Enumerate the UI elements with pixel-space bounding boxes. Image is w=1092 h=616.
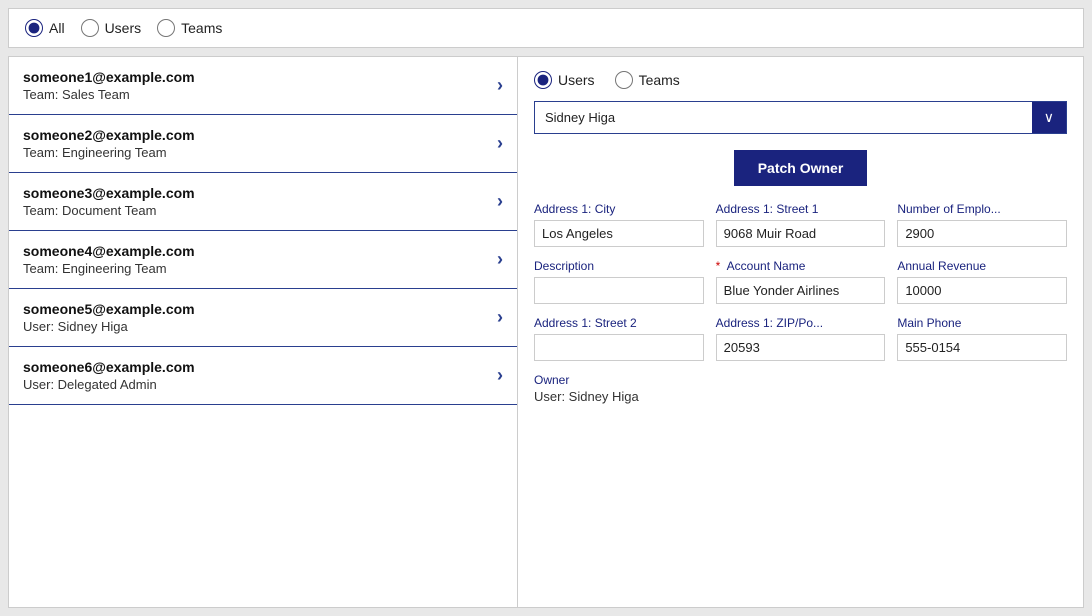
list-item-text: someone3@example.com Team: Document Team	[23, 185, 195, 218]
field-label: Main Phone	[897, 316, 1067, 330]
field-label: Address 1: Street 2	[534, 316, 704, 330]
owner-section: Owner User: Sidney Higa	[534, 373, 1067, 404]
list-item[interactable]: someone1@example.com Team: Sales Team ›	[9, 57, 517, 115]
top-filter-bar: All Users Teams	[8, 8, 1084, 48]
dropdown-field[interactable]: Sidney Higa ∨	[534, 101, 1067, 134]
field-label: Address 1: City	[534, 202, 704, 216]
chevron-right-icon: ›	[497, 75, 503, 96]
list-item-sub: User: Delegated Admin	[23, 377, 195, 392]
radio-users-input[interactable]	[81, 19, 99, 37]
list-item-sub: Team: Engineering Team	[23, 261, 195, 276]
chevron-right-icon: ›	[497, 133, 503, 154]
owner-label: Owner	[534, 373, 1067, 387]
field-input[interactable]	[716, 277, 886, 304]
field-label: Description	[534, 259, 704, 273]
field-label: Address 1: Street 1	[716, 202, 886, 216]
field-input[interactable]	[716, 334, 886, 361]
dropdown-button[interactable]: ∨	[1032, 102, 1066, 133]
field-label: Number of Emplo...	[897, 202, 1067, 216]
list-item-email: someone1@example.com	[23, 69, 195, 85]
right-radio-users-input[interactable]	[534, 71, 552, 89]
field-label: Annual Revenue	[897, 259, 1067, 273]
radio-teams-input[interactable]	[157, 19, 175, 37]
list-item-text: someone4@example.com Team: Engineering T…	[23, 243, 195, 276]
radio-users[interactable]: Users	[81, 19, 142, 37]
list-item[interactable]: someone2@example.com Team: Engineering T…	[9, 115, 517, 173]
field-group: Address 1: City	[534, 202, 704, 247]
field-label: * Account Name	[716, 259, 886, 273]
list-item[interactable]: someone5@example.com User: Sidney Higa ›	[9, 289, 517, 347]
list-item-text: someone2@example.com Team: Engineering T…	[23, 127, 195, 160]
list-item[interactable]: someone3@example.com Team: Document Team…	[9, 173, 517, 231]
field-input[interactable]	[534, 277, 704, 304]
left-panel: someone1@example.com Team: Sales Team › …	[8, 56, 518, 608]
radio-all-label: All	[49, 20, 65, 36]
right-radio-teams-input[interactable]	[615, 71, 633, 89]
main-container: All Users Teams someone1@example.com Tea…	[0, 0, 1092, 616]
dropdown-value: Sidney Higa	[535, 103, 1032, 132]
field-group: Number of Emplo...	[897, 202, 1067, 247]
list-item[interactable]: someone4@example.com Team: Engineering T…	[9, 231, 517, 289]
right-radio-row: Users Teams	[534, 71, 1067, 89]
required-star: *	[716, 259, 724, 273]
bottom-area: someone1@example.com Team: Sales Team › …	[8, 56, 1084, 608]
list-item-email: someone3@example.com	[23, 185, 195, 201]
list-item-sub: Team: Sales Team	[23, 87, 195, 102]
field-input[interactable]	[534, 220, 704, 247]
field-label: Address 1: ZIP/Po...	[716, 316, 886, 330]
field-input[interactable]	[897, 277, 1067, 304]
field-group: * Account Name	[716, 259, 886, 304]
field-input[interactable]	[534, 334, 704, 361]
field-input[interactable]	[897, 334, 1067, 361]
radio-users-label: Users	[105, 20, 142, 36]
field-group: Main Phone	[897, 316, 1067, 361]
chevron-right-icon: ›	[497, 249, 503, 270]
fields-grid: Address 1: City Address 1: Street 1 Number…	[534, 202, 1067, 361]
right-radio-teams[interactable]: Teams	[615, 71, 680, 89]
right-panel: Users Teams Sidney Higa ∨ Patch Owner Ad…	[518, 56, 1084, 608]
right-radio-teams-label: Teams	[639, 72, 680, 88]
list-item-text: someone1@example.com Team: Sales Team	[23, 69, 195, 102]
patch-owner-button[interactable]: Patch Owner	[734, 150, 868, 186]
list-item-sub: Team: Document Team	[23, 203, 195, 218]
list-item-email: someone4@example.com	[23, 243, 195, 259]
list-item[interactable]: someone6@example.com User: Delegated Adm…	[9, 347, 517, 405]
radio-teams[interactable]: Teams	[157, 19, 222, 37]
field-group: Address 1: ZIP/Po...	[716, 316, 886, 361]
top-radio-group: All Users Teams	[25, 19, 222, 37]
list-item-text: someone6@example.com User: Delegated Adm…	[23, 359, 195, 392]
chevron-right-icon: ›	[497, 365, 503, 386]
owner-value: User: Sidney Higa	[534, 389, 1067, 404]
field-group: Address 1: Street 1	[716, 202, 886, 247]
dropdown-container: Sidney Higa ∨	[534, 101, 1067, 134]
chevron-right-icon: ›	[497, 307, 503, 328]
radio-all-input[interactable]	[25, 19, 43, 37]
list-item-email: someone2@example.com	[23, 127, 195, 143]
field-input[interactable]	[897, 220, 1067, 247]
radio-teams-label: Teams	[181, 20, 222, 36]
chevron-right-icon: ›	[497, 191, 503, 212]
field-input[interactable]	[716, 220, 886, 247]
field-group: Annual Revenue	[897, 259, 1067, 304]
list-item-text: someone5@example.com User: Sidney Higa	[23, 301, 195, 334]
list-item-email: someone6@example.com	[23, 359, 195, 375]
list-item-sub: User: Sidney Higa	[23, 319, 195, 334]
list-item-sub: Team: Engineering Team	[23, 145, 195, 160]
field-group: Description	[534, 259, 704, 304]
list-item-email: someone5@example.com	[23, 301, 195, 317]
right-radio-users[interactable]: Users	[534, 71, 595, 89]
right-radio-users-label: Users	[558, 72, 595, 88]
radio-all[interactable]: All	[25, 19, 65, 37]
field-group: Address 1: Street 2	[534, 316, 704, 361]
